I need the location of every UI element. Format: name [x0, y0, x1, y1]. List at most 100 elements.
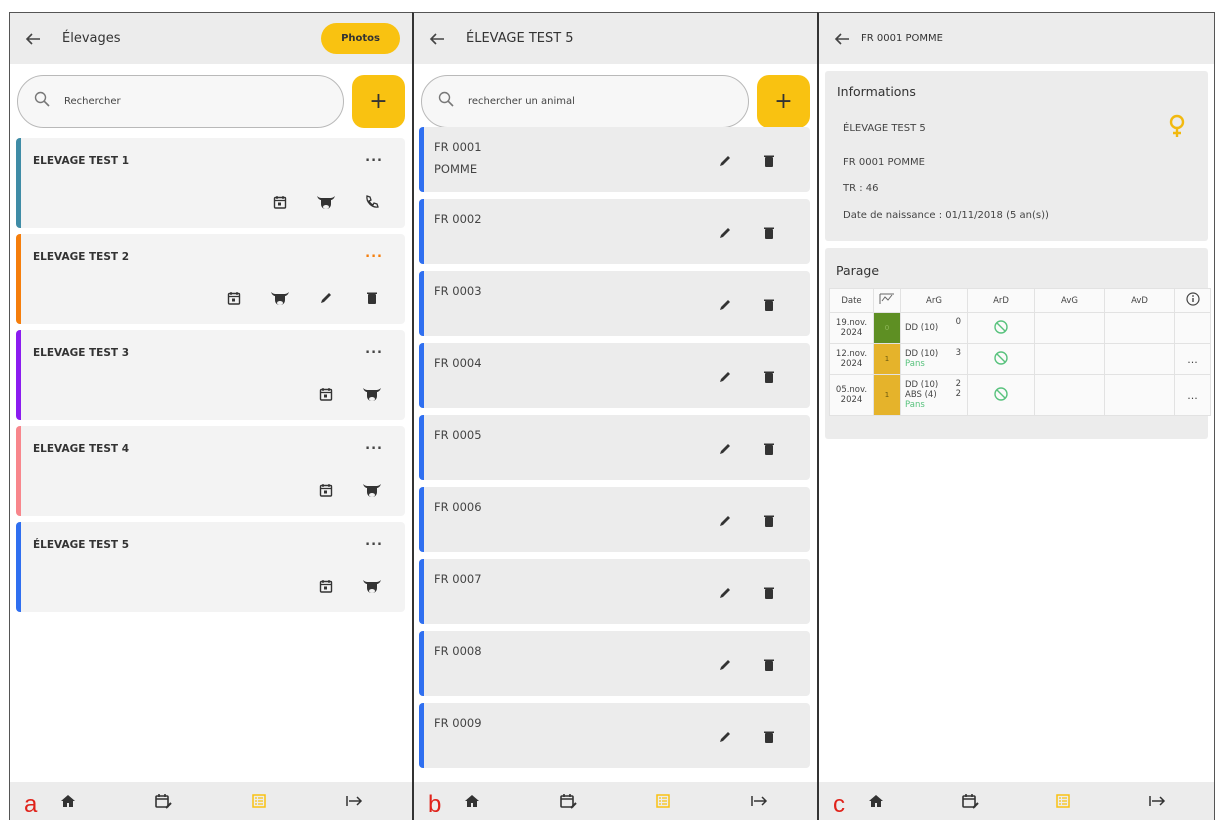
- farm-card[interactable]: ELEVAGE TEST 4 ...: [16, 426, 405, 516]
- edit-icon[interactable]: [702, 725, 748, 749]
- edit-icon[interactable]: [702, 653, 748, 677]
- logout-icon[interactable]: [739, 786, 779, 816]
- parage-row[interactable]: 19.nov. 2024 0 DD (10) 0: [829, 312, 1211, 344]
- edit-icon[interactable]: [702, 365, 748, 389]
- search-input[interactable]: Rechercher: [17, 74, 344, 128]
- animal-card[interactable]: FR 0008: [419, 631, 810, 696]
- add-farm-button[interactable]: +: [352, 74, 405, 128]
- calendar-icon[interactable]: [303, 382, 349, 406]
- calendar-icon[interactable]: [257, 190, 303, 214]
- list-icon[interactable]: [239, 786, 279, 816]
- delete-icon[interactable]: [349, 286, 395, 310]
- delete-icon[interactable]: [746, 365, 792, 389]
- parage-row[interactable]: 12.nov. 2024 1 DD (10) Pans 3 ...: [829, 343, 1211, 375]
- animal-card[interactable]: FR 0006: [419, 487, 810, 552]
- search-input[interactable]: rechercher un animal: [421, 74, 749, 128]
- logout-icon[interactable]: [334, 786, 374, 816]
- calendar-edit-icon[interactable]: [143, 786, 183, 816]
- farm-actions: [211, 286, 395, 310]
- farm-color-stripe: [16, 426, 21, 516]
- info-icon[interactable]: [1185, 292, 1200, 309]
- lesion-value: 2: [955, 379, 961, 389]
- delete-icon[interactable]: [746, 293, 792, 317]
- date-line: 12.nov.: [835, 349, 868, 359]
- row-more-button[interactable]: ...: [1174, 343, 1211, 375]
- more-options-icon[interactable]: ...: [365, 438, 383, 453]
- date-line: 05.nov.: [835, 385, 868, 395]
- more-options-icon[interactable]: ...: [365, 342, 383, 357]
- farm-name: ÉLEVAGE TEST 5: [33, 539, 130, 551]
- col-arg: ArG: [900, 288, 968, 313]
- avd-cell: [1104, 374, 1175, 416]
- calendar-edit-icon[interactable]: [548, 786, 588, 816]
- animal-card[interactable]: FR 0003: [419, 271, 810, 336]
- farm-card[interactable]: ÉLEVAGE TEST 5 ...: [16, 522, 405, 612]
- cow-icon[interactable]: [303, 190, 349, 214]
- photos-button[interactable]: Photos: [321, 23, 400, 54]
- cow-icon[interactable]: [349, 382, 395, 406]
- animal-id: FR 0002: [434, 212, 482, 226]
- animal-card[interactable]: FR 0005: [419, 415, 810, 480]
- logout-icon[interactable]: [1137, 786, 1177, 816]
- animal-card[interactable]: FR 0004: [419, 343, 810, 408]
- farm-name: ÉLEVAGE TEST 5: [843, 123, 926, 134]
- edit-icon[interactable]: [702, 437, 748, 461]
- delete-icon[interactable]: [746, 653, 792, 677]
- home-icon[interactable]: [452, 786, 492, 816]
- home-icon[interactable]: [48, 786, 88, 816]
- add-animal-button[interactable]: +: [757, 74, 810, 128]
- back-arrow-icon[interactable]: [831, 28, 853, 50]
- back-arrow-icon[interactable]: [22, 28, 44, 50]
- edit-icon[interactable]: [702, 149, 748, 173]
- more-options-icon[interactable]: ...: [365, 534, 383, 549]
- edit-icon[interactable]: [702, 221, 748, 245]
- lesion-values: 22: [956, 379, 961, 399]
- back-arrow-icon[interactable]: [426, 28, 448, 50]
- row-more-button[interactable]: ...: [1174, 374, 1211, 416]
- lesion: ABS (4): [905, 390, 937, 400]
- edit-icon[interactable]: [303, 286, 349, 310]
- edit-icon[interactable]: [702, 293, 748, 317]
- more-options-icon[interactable]: ...: [365, 246, 383, 261]
- calendar-edit-icon[interactable]: [950, 786, 990, 816]
- farm-card[interactable]: ELEVAGE TEST 2 ...: [16, 234, 405, 324]
- animal-card[interactable]: FR 0001 POMME: [419, 127, 810, 192]
- animal-color-stripe: [419, 559, 424, 624]
- parage-table: Date ArG ArD AvG AvD 19.nov. 2024 0 DD (…: [829, 288, 1211, 416]
- table-header-row: Date ArG ArD AvG AvD: [829, 288, 1211, 313]
- animal-card[interactable]: FR 0002: [419, 199, 810, 264]
- delete-icon[interactable]: [746, 581, 792, 605]
- animal-id: FR 0007: [434, 572, 482, 586]
- delete-icon[interactable]: [746, 149, 792, 173]
- col-avg: AvG: [1033, 288, 1106, 313]
- delete-icon[interactable]: [746, 221, 792, 245]
- cow-icon[interactable]: [257, 286, 303, 310]
- cow-icon[interactable]: [349, 478, 395, 502]
- edit-icon[interactable]: [702, 509, 748, 533]
- delete-icon[interactable]: [746, 725, 792, 749]
- more-options-icon[interactable]: ...: [365, 150, 383, 165]
- panel-label: a: [24, 791, 38, 818]
- row-more-button[interactable]: [1174, 312, 1211, 344]
- list-icon[interactable]: [643, 786, 683, 816]
- list-icon[interactable]: [1043, 786, 1083, 816]
- animal-card[interactable]: FR 0007: [419, 559, 810, 624]
- page-title: FR 0001 POMME: [861, 33, 943, 44]
- delete-icon[interactable]: [746, 437, 792, 461]
- delete-icon[interactable]: [746, 509, 792, 533]
- home-icon[interactable]: [856, 786, 896, 816]
- parage-section: Parage Date ArG ArD AvG AvD 19.nov. 2024…: [825, 248, 1211, 439]
- calendar-icon[interactable]: [211, 286, 257, 310]
- parage-row[interactable]: 05.nov. 2024 1 DD (10) ABS (4) Pans 22 ..…: [829, 374, 1211, 416]
- no-lesion-icon: [993, 386, 1009, 405]
- phone-icon[interactable]: [349, 190, 395, 214]
- avg-cell: [1033, 312, 1106, 344]
- farm-name: ELEVAGE TEST 2: [33, 251, 130, 263]
- edit-icon[interactable]: [702, 581, 748, 605]
- animal-card[interactable]: FR 0009: [419, 703, 810, 768]
- calendar-icon[interactable]: [303, 478, 349, 502]
- farm-card[interactable]: ELEVAGE TEST 1 ...: [16, 138, 405, 228]
- calendar-icon[interactable]: [303, 574, 349, 598]
- farm-card[interactable]: ELEVAGE TEST 3 ...: [16, 330, 405, 420]
- cow-icon[interactable]: [349, 574, 395, 598]
